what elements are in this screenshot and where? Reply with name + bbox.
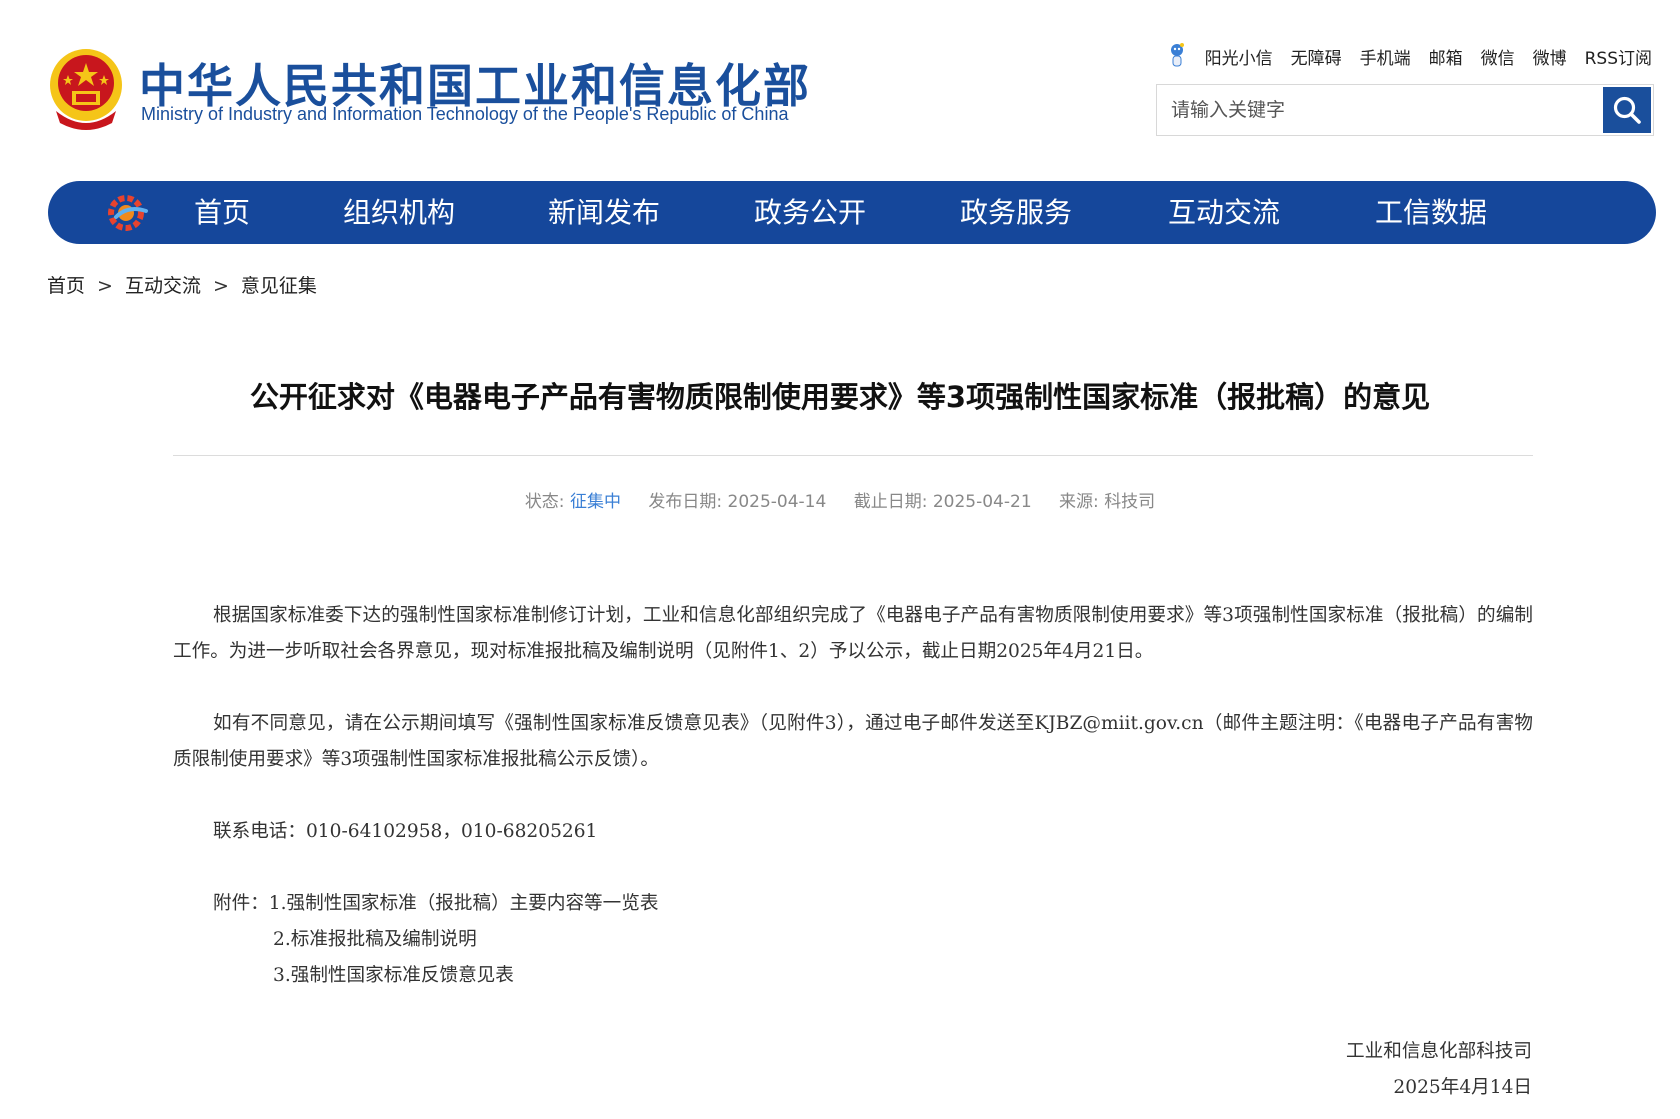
nav-item-news[interactable]: 新闻发布	[548, 181, 660, 244]
breadcrumb-separator: >	[212, 275, 229, 297]
national-emblem-icon[interactable]	[46, 45, 126, 131]
top-link-wechat[interactable]: 微信	[1481, 44, 1515, 69]
site-title-en[interactable]: Ministry of Industry and Information Tec…	[141, 104, 788, 125]
breadcrumb: 首页 > 互动交流 > 意见征集	[47, 271, 317, 298]
publish-date: 2025-04-14	[727, 492, 827, 512]
body-paragraph: 根据国家标准委下达的强制性国家标准制修订计划，工业和信息化部组织完成了《电器电子…	[173, 605, 1533, 662]
article-meta: 状态: 征集中 发布日期: 2025-04-14 截止日期: 2025-04-2…	[0, 487, 1680, 512]
top-link-email[interactable]: 邮箱	[1429, 44, 1463, 69]
title-divider	[173, 455, 1533, 456]
xiaoxin-mascot-icon[interactable]	[1167, 42, 1187, 70]
search-icon	[1613, 96, 1641, 124]
main-nav: 首页 组织机构 新闻发布 政务公开 政务服务 互动交流 工信数据	[48, 181, 1656, 244]
nav-item-organization[interactable]: 组织机构	[343, 181, 455, 244]
deadline-label: 截止日期:	[853, 492, 928, 512]
publish-date-label: 发布日期:	[648, 492, 723, 512]
site-header: 中华人民共和国工业和信息化部 Ministry of Industry and …	[0, 0, 1680, 160]
miit-logo-icon[interactable]	[106, 193, 150, 233]
nav-item-home[interactable]: 首页	[194, 181, 250, 244]
contact-phone: 联系电话：010-64102958，010-68205261	[213, 821, 598, 842]
top-link-weibo[interactable]: 微博	[1533, 44, 1567, 69]
top-link-mobile[interactable]: 手机端	[1360, 44, 1411, 69]
source-label: 来源:	[1059, 492, 1099, 512]
article-title: 公开征求对《电器电子产品有害物质限制使用要求》等3项强制性国家标准（报批稿）的意…	[249, 380, 1431, 414]
signature-org: 工业和信息化部科技司	[1346, 1041, 1532, 1062]
status-label: 状态:	[524, 492, 565, 512]
search-input[interactable]	[1157, 85, 1597, 135]
nav-item-data[interactable]: 工信数据	[1375, 181, 1487, 244]
nav-item-government-services[interactable]: 政务服务	[960, 181, 1072, 244]
signature: 工业和信息化部科技司 2025年4月14日	[1346, 1034, 1532, 1106]
top-links: 阳光小信 无障碍 手机端 邮箱 微信 微博 RSS订阅	[1167, 42, 1652, 70]
search-button[interactable]	[1603, 87, 1651, 133]
breadcrumb-interaction[interactable]: 互动交流	[125, 275, 201, 297]
attachment-link-1[interactable]: 1.强制性国家标准（报批稿）主要内容等一览表	[269, 893, 659, 914]
top-link-yangguangxiaoxin[interactable]: 阳光小信	[1205, 44, 1273, 69]
attachments: 附件：1.强制性国家标准（报批稿）主要内容等一览表	[173, 886, 1533, 922]
signature-date: 2025年4月14日	[1393, 1077, 1532, 1098]
top-link-accessibility[interactable]: 无障碍	[1291, 44, 1342, 69]
body-paragraph: 如有不同意见，请在公示期间填写《强制性国家标准反馈意见表》（见附件3），通过电子…	[173, 713, 1533, 770]
nav-item-government-affairs[interactable]: 政务公开	[754, 181, 866, 244]
deadline-date: 2025-04-21	[932, 492, 1032, 512]
nav-item-interaction[interactable]: 互动交流	[1168, 181, 1280, 244]
breadcrumb-opinion-collection[interactable]: 意见征集	[241, 275, 317, 297]
source-value: 科技司	[1104, 492, 1156, 512]
breadcrumb-separator: >	[97, 275, 113, 297]
status-badge: 征集中	[569, 492, 621, 512]
attachment-link-3[interactable]: 3.强制性国家标准反馈意见表	[173, 958, 1533, 994]
attachment-link-2[interactable]: 2.标准报批稿及编制说明	[173, 922, 1533, 958]
top-link-rss[interactable]: RSS订阅	[1585, 44, 1652, 69]
attachments-label: 附件：	[213, 893, 269, 914]
breadcrumb-home[interactable]: 首页	[47, 275, 85, 297]
article-body: 根据国家标准委下达的强制性国家标准制修订计划，工业和信息化部组织完成了《电器电子…	[173, 598, 1533, 994]
search-box	[1156, 84, 1654, 136]
